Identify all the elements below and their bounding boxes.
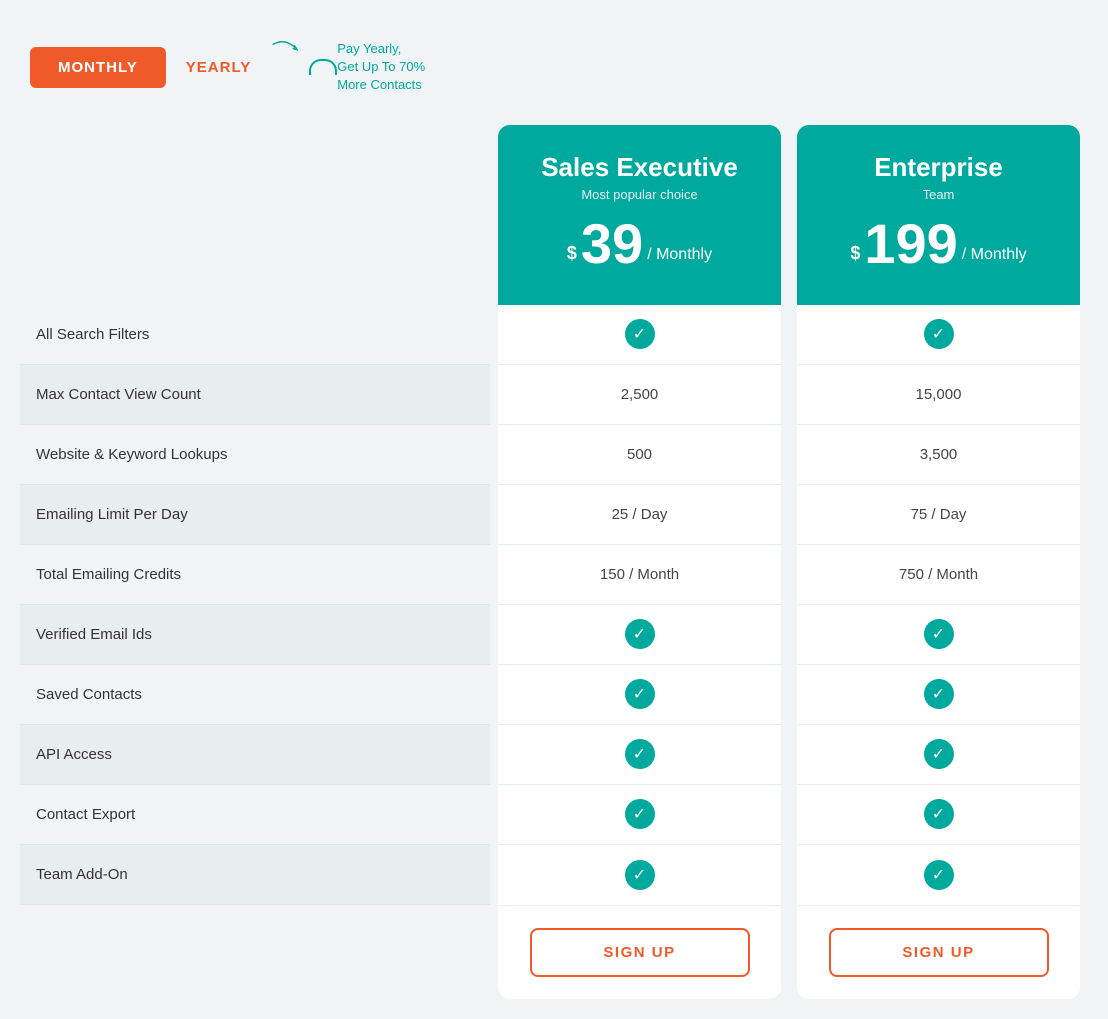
ent-feature-3: 75 / Day <box>797 485 1080 545</box>
plan-price-enterprise: $ 199 / Monthly <box>850 216 1026 272</box>
ent-feature-8: ✓ <box>797 785 1080 845</box>
plan-subtitle-sales-executive: Most popular choice <box>581 187 697 202</box>
monthly-button[interactable]: MONTHLY <box>30 47 166 88</box>
feature-label-7: API Access <box>20 725 490 785</box>
se-feature-0: ✓ <box>498 305 781 365</box>
se-feature-9: ✓ <box>498 845 781 905</box>
feature-label-8: Contact Export <box>20 785 490 845</box>
feature-label-1: Max Contact View Count <box>20 365 490 425</box>
signup-button-sales-executive[interactable]: SIGN UP <box>530 928 750 977</box>
se-feature-3: 25 / Day <box>498 485 781 545</box>
pricing-page: MONTHLY YEARLY Pay Yearly, Get Up To 70%… <box>20 20 1088 999</box>
signup-row-sales-executive: SIGN UP <box>498 905 781 999</box>
price-period-enterprise: / Monthly <box>962 246 1027 264</box>
plan-body-enterprise: ✓ 15,0003,50075 / Day750 / Month ✓ ✓ ✓ ✓ ✓ <box>797 305 1080 905</box>
se-feature-4: 150 / Month <box>498 545 781 605</box>
plan-header-sales-executive: Sales Executive Most popular choice $ 39… <box>498 125 781 305</box>
se-feature-2: 500 <box>498 425 781 485</box>
plan-name-sales-executive: Sales Executive <box>541 152 738 183</box>
price-amount-sales-executive: 39 <box>581 216 643 272</box>
check-icon: ✓ <box>625 319 655 349</box>
feature-header-space <box>20 125 490 305</box>
check-icon: ✓ <box>924 619 954 649</box>
se-feature-1: 2,500 <box>498 365 781 425</box>
check-icon: ✓ <box>924 319 954 349</box>
price-amount-enterprise: 199 <box>864 216 957 272</box>
billing-toggle-row: MONTHLY YEARLY Pay Yearly, Get Up To 70%… <box>20 20 1088 125</box>
feature-label-6: Saved Contacts <box>20 665 490 725</box>
price-dollar-sales-executive: $ <box>567 243 577 264</box>
ent-feature-5: ✓ <box>797 605 1080 665</box>
price-dollar-enterprise: $ <box>850 243 860 264</box>
feature-column: All Search FiltersMax Contact View Count… <box>20 125 490 999</box>
ent-feature-1: 15,000 <box>797 365 1080 425</box>
se-feature-7: ✓ <box>498 725 781 785</box>
check-icon: ✓ <box>625 739 655 769</box>
check-icon: ✓ <box>924 860 954 890</box>
check-icon: ✓ <box>625 619 655 649</box>
check-icon: ✓ <box>924 739 954 769</box>
plan-name-enterprise: Enterprise <box>874 152 1003 183</box>
pricing-grid: All Search FiltersMax Contact View Count… <box>20 125 1088 999</box>
check-icon: ✓ <box>625 799 655 829</box>
se-feature-5: ✓ <box>498 605 781 665</box>
check-icon: ✓ <box>924 799 954 829</box>
se-feature-6: ✓ <box>498 665 781 725</box>
feature-label-2: Website & Keyword Lookups <box>20 425 490 485</box>
check-icon: ✓ <box>625 679 655 709</box>
signup-button-enterprise[interactable]: SIGN UP <box>829 928 1049 977</box>
yearly-note-wrapper: Pay Yearly, Get Up To 70% More Contacts <box>271 40 425 95</box>
plan-body-sales-executive: ✓ 2,50050025 / Day150 / Month ✓ ✓ ✓ ✓ ✓ <box>498 305 781 905</box>
ent-feature-7: ✓ <box>797 725 1080 785</box>
feature-label-3: Emailing Limit Per Day <box>20 485 490 545</box>
arrow-icon <box>271 40 301 60</box>
plan-enterprise: Enterprise Team $ 199 / Monthly ✓ 15,0003… <box>797 125 1080 999</box>
ent-feature-9: ✓ <box>797 845 1080 905</box>
ent-feature-0: ✓ <box>797 305 1080 365</box>
ent-feature-4: 750 / Month <box>797 545 1080 605</box>
price-period-sales-executive: / Monthly <box>647 246 712 264</box>
check-icon: ✓ <box>625 860 655 890</box>
plan-header-enterprise: Enterprise Team $ 199 / Monthly <box>797 125 1080 305</box>
ent-feature-6: ✓ <box>797 665 1080 725</box>
feature-label-4: Total Emailing Credits <box>20 545 490 605</box>
signup-row-enterprise: SIGN UP <box>797 905 1080 999</box>
plan-subtitle-enterprise: Team <box>923 187 955 202</box>
feature-label-9: Team Add-On <box>20 845 490 905</box>
ent-feature-2: 3,500 <box>797 425 1080 485</box>
plan-sales-executive: Sales Executive Most popular choice $ 39… <box>498 125 781 999</box>
yearly-button[interactable]: YEARLY <box>186 59 251 76</box>
plan-price-sales-executive: $ 39 / Monthly <box>567 216 712 272</box>
se-feature-8: ✓ <box>498 785 781 845</box>
feature-label-5: Verified Email Ids <box>20 605 490 665</box>
feature-label-0: All Search Filters <box>20 305 490 365</box>
yearly-note: Pay Yearly, Get Up To 70% More Contacts <box>309 40 425 95</box>
check-icon: ✓ <box>924 679 954 709</box>
